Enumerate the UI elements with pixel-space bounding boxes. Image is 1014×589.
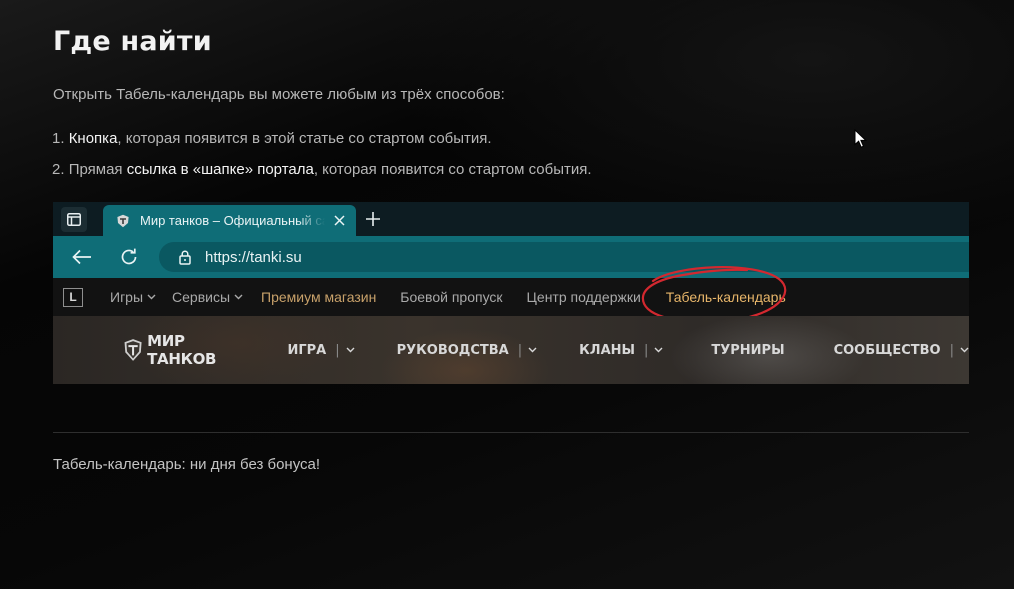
portal-nav-games[interactable]: Игры: [110, 289, 156, 305]
game-nav-game[interactable]: ИГРА |: [287, 342, 355, 358]
game-nav-label: КЛАНЫ: [579, 342, 635, 358]
arrow-left-icon[interactable]: [71, 247, 93, 267]
chevron-down-icon: [346, 347, 355, 353]
list-number: 1.: [52, 130, 65, 147]
article-title: Где найти: [53, 26, 212, 57]
portal-nav-support[interactable]: Центр поддержки: [527, 289, 641, 305]
game-nav-label: ТУРНИРЫ: [711, 342, 785, 358]
game-nav-label: РУКОВОДСТВА: [396, 342, 509, 358]
list-highlight: Кнопка: [68, 130, 118, 147]
list-item: 1. Кнопка, которая появится в этой стать…: [52, 130, 492, 147]
game-shield-icon: [124, 339, 142, 361]
game-nav-clans[interactable]: КЛАНЫ |: [579, 343, 663, 358]
page: Где найти Открыть Табель-календарь вы мо…: [0, 0, 1014, 589]
divider: [53, 432, 969, 433]
sidebar-icon: [67, 213, 81, 226]
browser-tab[interactable]: Мир танков – Официальный сайт: [103, 205, 356, 236]
portal-nav-bar: L Игры Сервисы Премиум магазин Боевой пр…: [53, 278, 969, 316]
chevron-down-icon: [234, 294, 243, 300]
list-highlight: ссылка в «шапке» портала: [126, 161, 314, 178]
related-article-link[interactable]: Табель-календарь: ни дня без бонуса!: [53, 456, 320, 473]
list-number: 2.: [52, 161, 65, 178]
browser-toolbar: https://tanki.su: [53, 236, 969, 278]
browser-tabstrip: Мир танков – Официальный сайт: [53, 202, 969, 236]
list-text: , которая появится со стартом события.: [313, 161, 592, 178]
mouse-cursor-icon: [854, 129, 868, 148]
game-nav-label: СООБЩЕСТВО: [833, 342, 941, 358]
game-logo[interactable]: МИР ТАНКОВ: [123, 332, 233, 368]
tank-favicon-icon: [116, 214, 130, 228]
list-text: , которая появится в этой статье со стар…: [117, 130, 492, 147]
portal-nav-services[interactable]: Сервисы: [172, 289, 243, 305]
plus-icon[interactable]: [364, 210, 382, 228]
game-nav-community[interactable]: СООБЩЕСТВО |: [834, 343, 969, 358]
game-nav-guides[interactable]: РУКОВОДСТВА |: [397, 343, 538, 358]
portal-nav-battle-pass[interactable]: Боевой пропуск: [400, 289, 502, 305]
portal-nav-calendar[interactable]: Табель-календарь: [666, 289, 786, 305]
chevron-down-icon: [147, 294, 156, 300]
url-text: https://tanki.su: [205, 248, 302, 266]
game-logo-text: МИР ТАНКОВ: [147, 332, 217, 368]
lock-icon: [178, 249, 192, 265]
address-bar[interactable]: https://tanki.su: [159, 242, 969, 272]
tab-title: Мир танков – Официальный сайт: [140, 213, 325, 228]
list-text: Прямая: [68, 161, 127, 178]
separator: |: [517, 342, 523, 358]
list-item: 2. Прямая ссылка в «шапке» портала, кото…: [52, 161, 592, 178]
portal-nav-premium-shop[interactable]: Премиум магазин: [261, 289, 376, 305]
portal-logo[interactable]: L: [63, 287, 83, 307]
portal-nav-label: Игры: [110, 289, 144, 305]
reload-icon[interactable]: [118, 246, 140, 268]
separator: |: [643, 342, 649, 358]
close-icon[interactable]: [332, 213, 346, 227]
game-nav-tournaments[interactable]: ТУРНИРЫ: [711, 343, 784, 358]
chevron-down-icon: [654, 347, 663, 353]
portal-nav-label: Сервисы: [172, 289, 231, 305]
separator: |: [335, 342, 340, 358]
chevron-down-icon: [960, 347, 969, 353]
game-nav-label: ИГРА: [287, 342, 327, 358]
game-site-header: МИР ТАНКОВ ИГРА | РУКОВОДСТВА | КЛАНЫ |: [53, 316, 969, 384]
article-intro: Открыть Табель-календарь вы можете любым…: [53, 86, 505, 103]
embedded-browser-screenshot: Мир танков – Официальный сайт https://ta…: [53, 202, 969, 384]
separator: |: [949, 342, 954, 358]
chevron-down-icon: [528, 347, 537, 353]
sidebar-toggle-button[interactable]: [61, 207, 87, 232]
